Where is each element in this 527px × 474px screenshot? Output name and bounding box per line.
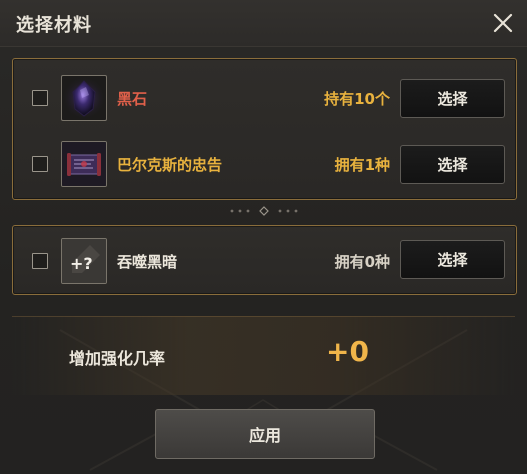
dialog-title: 选择材料 [16,15,92,36]
materials-panel: 黑石 持有10个 选择 巴尔克斯的忠告 拥有1种 选择 [12,58,517,200]
material-owned-count: 拥有0种 [334,253,390,271]
material-owned-count: 拥有1种 [334,156,390,174]
select-button[interactable]: 选择 [400,240,505,279]
material-checkbox[interactable] [32,156,48,172]
enhance-rate-area: 增加强化几率 +0 [12,316,515,395]
enhance-rate-label: 增加强化几率 [69,349,166,368]
material-row-devour-darkness: +? 吞噬黑暗 拥有0种 选择 [13,230,516,290]
unknown-item-icon: +? [61,238,107,284]
extra-material-panel: +? 吞噬黑暗 拥有0种 选择 [12,225,517,295]
section-divider [230,206,298,216]
scroll-icon [61,141,107,187]
black-stone-icon [61,75,107,121]
select-button[interactable]: 选择 [400,145,505,184]
apply-button[interactable]: 应用 [155,409,375,459]
material-name: 巴尔克斯的忠告 [117,156,223,174]
enhance-rate-value: +0 [326,335,369,368]
material-owned-count: 持有10个 [324,90,390,108]
select-button[interactable]: 选择 [400,79,505,118]
material-name: 吞噬黑暗 [117,253,178,271]
material-name: 黑石 [117,90,148,108]
select-material-dialog: 选择材料 黑石 持有10个 选择 巴尔克斯的忠告 拥有1种 选择 +? 吞噬黑暗… [0,0,527,474]
unknown-item-icon-text: +? [70,254,93,273]
material-row-black-stone: 黑石 持有10个 选择 [13,67,516,127]
material-checkbox[interactable] [32,90,48,106]
dialog-titlebar: 选择材料 [0,0,527,47]
close-icon [493,13,513,33]
material-row-scroll: 巴尔克斯的忠告 拥有1种 选择 [13,133,516,193]
material-checkbox[interactable] [32,253,48,269]
close-button[interactable] [489,9,517,37]
